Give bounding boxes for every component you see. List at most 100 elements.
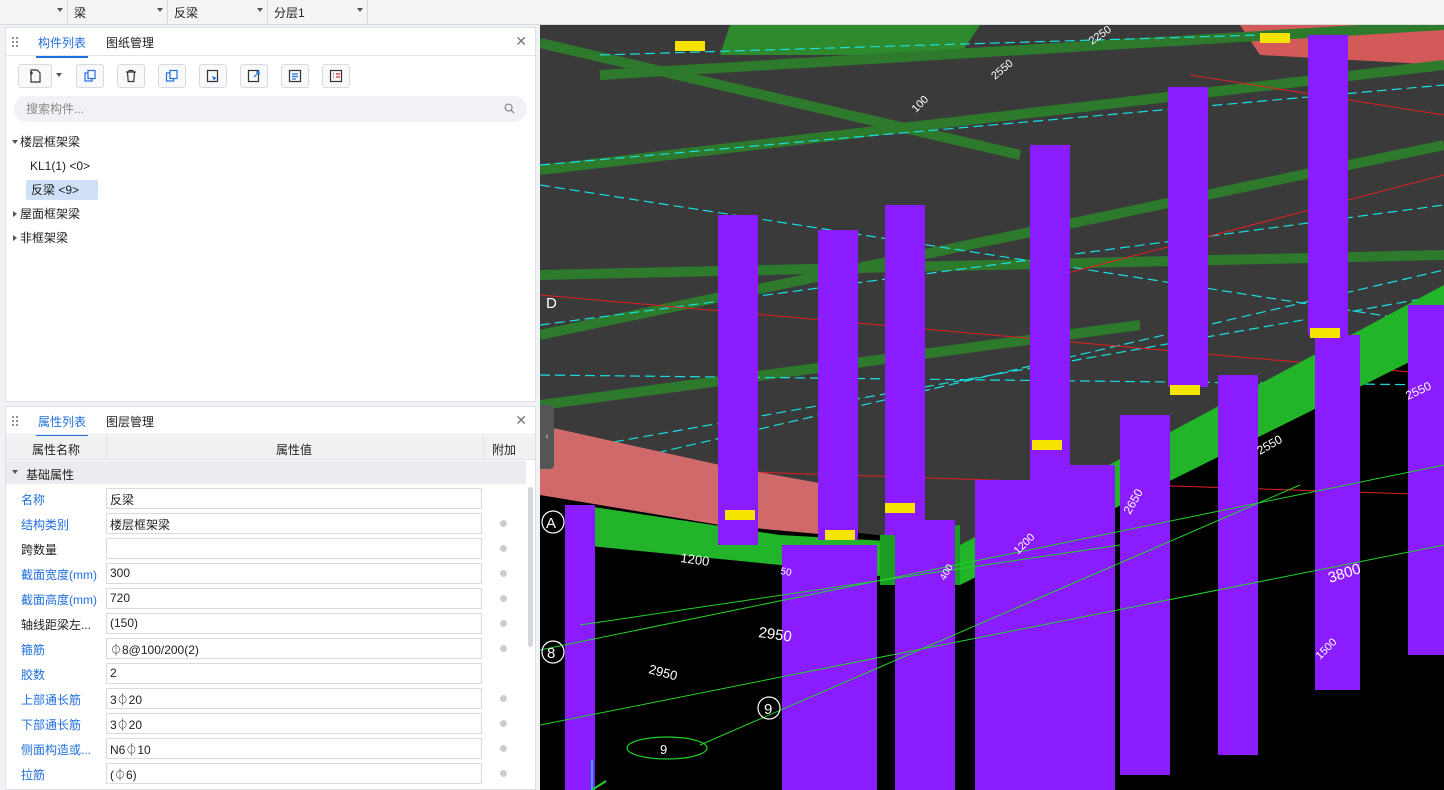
tree-group-floor-frame-beam[interactable]: 楼层框架梁 [6, 132, 206, 152]
align-icon [288, 69, 302, 83]
extra-checkbox[interactable] [500, 745, 507, 752]
property-row: 上部通长筋 3⏀20 [6, 686, 526, 711]
tree-item-label: 反梁 <9> [31, 183, 80, 197]
property-value-input[interactable]: 反梁 [106, 488, 482, 509]
property-group-basic[interactable]: 基础属性 [6, 461, 526, 484]
vertical-scrollbar[interactable] [528, 487, 533, 647]
delete-component-button[interactable] [117, 64, 145, 88]
extra-checkbox[interactable] [500, 645, 507, 652]
extra-checkbox[interactable] [500, 695, 507, 702]
chevron-down-icon [57, 8, 63, 12]
chevron-down-icon [257, 8, 263, 12]
collapse-panel-handle[interactable]: ‹ [540, 405, 554, 469]
search-input[interactable] [14, 96, 484, 122]
component-list-panel: 构件列表 图纸管理 ✕ 搜索构件... 楼层框架梁 KL1(1) <0> 反梁 … [5, 27, 536, 402]
copy-component-button[interactable] [76, 64, 104, 88]
axis-label-8: 8 [547, 645, 555, 662]
search-icon[interactable] [504, 103, 515, 114]
layer-dropdown[interactable]: 分层1 [268, 0, 368, 24]
property-value-input[interactable]: 300 [106, 563, 482, 584]
property-name: 拉筋 [21, 768, 46, 782]
property-row: 胶数 2 [6, 661, 526, 686]
column-header-value: 属性值 [276, 443, 313, 457]
chevron-down-icon[interactable] [56, 73, 62, 77]
component-dropdown[interactable]: 反梁 [168, 0, 268, 24]
extra-checkbox[interactable] [500, 520, 507, 527]
collapse-icon[interactable] [13, 211, 17, 217]
drag-grip-icon[interactable] [11, 415, 19, 427]
column-header-extra: 附加 [492, 443, 517, 457]
close-icon[interactable]: ✕ [515, 33, 527, 50]
chevron-down-icon [157, 8, 163, 12]
property-name: 名称 [21, 493, 46, 507]
extra-checkbox[interactable] [500, 620, 507, 627]
property-name: 截面高度(mm) [21, 593, 97, 607]
tree-group-non-frame-beam[interactable]: 非框架梁 [6, 228, 206, 248]
property-grid-header: 属性名称 属性值 附加 [6, 436, 535, 460]
extra-checkbox[interactable] [500, 545, 507, 552]
property-row: 下部通长筋 3⏀20 [6, 711, 526, 736]
property-name: 胶数 [21, 668, 46, 682]
extra-checkbox[interactable] [500, 770, 507, 777]
3d-model-canvas[interactable]: A D 8 9 9 2950 2950 1200 3800 2650 2550 … [540, 25, 1444, 790]
property-value-input[interactable]: 楼层框架梁 [106, 513, 482, 534]
tab-property-list[interactable]: 属性列表 [35, 413, 89, 437]
layer-dropdown-value: 分层1 [274, 6, 305, 20]
chevron-down-icon [357, 8, 363, 12]
layer-copy-button[interactable] [158, 64, 186, 88]
extra-checkbox[interactable] [500, 595, 507, 602]
property-name: 跨数量 [21, 543, 58, 557]
component-panel-tabs: 构件列表 图纸管理 ✕ [6, 28, 535, 58]
property-row: 结构类别 楼层框架梁 [6, 511, 526, 536]
property-value-input[interactable]: (150) [106, 613, 482, 634]
pick-icon [206, 69, 219, 83]
property-value-input[interactable]: (⏀6) [106, 763, 482, 784]
column-header-name: 属性名称 [32, 443, 81, 457]
tree-item-kl1[interactable]: KL1(1) <0> [30, 156, 90, 176]
axis-label-9: 9 [764, 701, 772, 718]
tree-group-roof-frame-beam[interactable]: 屋面框架梁 [6, 204, 206, 224]
pick-component-button[interactable] [199, 64, 227, 88]
property-value-input[interactable]: 3⏀20 [106, 688, 482, 709]
property-name: 上部通长筋 [21, 693, 82, 707]
property-name: 下部通长筋 [21, 718, 82, 732]
property-panel-tabs: 属性列表 图层管理 ✕ [6, 407, 535, 437]
property-value-input[interactable] [106, 538, 482, 559]
property-row: 名称 反梁 [6, 486, 526, 511]
tab-component-list[interactable]: 构件列表 [35, 34, 89, 58]
tab-drawing-management[interactable]: 图纸管理 [106, 34, 154, 51]
list-button[interactable] [322, 64, 350, 88]
property-value-input[interactable]: ⏀8@100/200(2) [106, 638, 482, 659]
close-icon[interactable]: ✕ [515, 412, 527, 429]
column-divider [483, 436, 484, 460]
tree-item-label: KL1(1) <0> [30, 159, 91, 173]
extra-checkbox[interactable] [500, 570, 507, 577]
property-name: 轴线距梁左... [21, 618, 92, 632]
component-dropdown-value: 反梁 [174, 6, 199, 20]
extra-checkbox[interactable] [500, 720, 507, 727]
layer-copy-icon [165, 69, 178, 82]
property-value-input[interactable]: 3⏀20 [106, 713, 482, 734]
type-dropdown-value: 梁 [74, 6, 87, 20]
tree-group-label: 非框架梁 [20, 231, 69, 245]
new-icon [30, 69, 41, 83]
property-list-panel: 属性列表 图层管理 ✕ 属性名称 属性值 附加 基础属性 名称 反梁 结构类别 … [5, 406, 536, 790]
tab-layer-management[interactable]: 图层管理 [106, 413, 154, 430]
property-value-input[interactable]: N6⏀10 [106, 738, 482, 759]
type-dropdown[interactable]: 梁 [68, 0, 168, 24]
floor-dropdown[interactable] [0, 0, 68, 24]
property-row: 截面高度(mm) 720 [6, 586, 526, 611]
tree-item-reverse-beam[interactable]: 反梁 <9> [26, 180, 98, 200]
expand-icon[interactable] [12, 140, 18, 144]
property-value-input[interactable]: 720 [106, 588, 482, 609]
new-component-button[interactable] [18, 64, 52, 88]
align-button[interactable] [281, 64, 309, 88]
property-value-input[interactable]: 2 [106, 663, 482, 684]
expand-icon[interactable] [12, 470, 18, 474]
export-component-button[interactable] [240, 64, 268, 88]
3d-viewport[interactable]: A D 8 9 9 2950 2950 1200 3800 2650 2550 … [540, 25, 1444, 790]
drag-grip-icon[interactable] [11, 36, 19, 48]
property-name: 侧面构造或... [21, 743, 92, 757]
collapse-icon[interactable] [13, 235, 17, 241]
property-row: 侧面构造或... N6⏀10 [6, 736, 526, 761]
